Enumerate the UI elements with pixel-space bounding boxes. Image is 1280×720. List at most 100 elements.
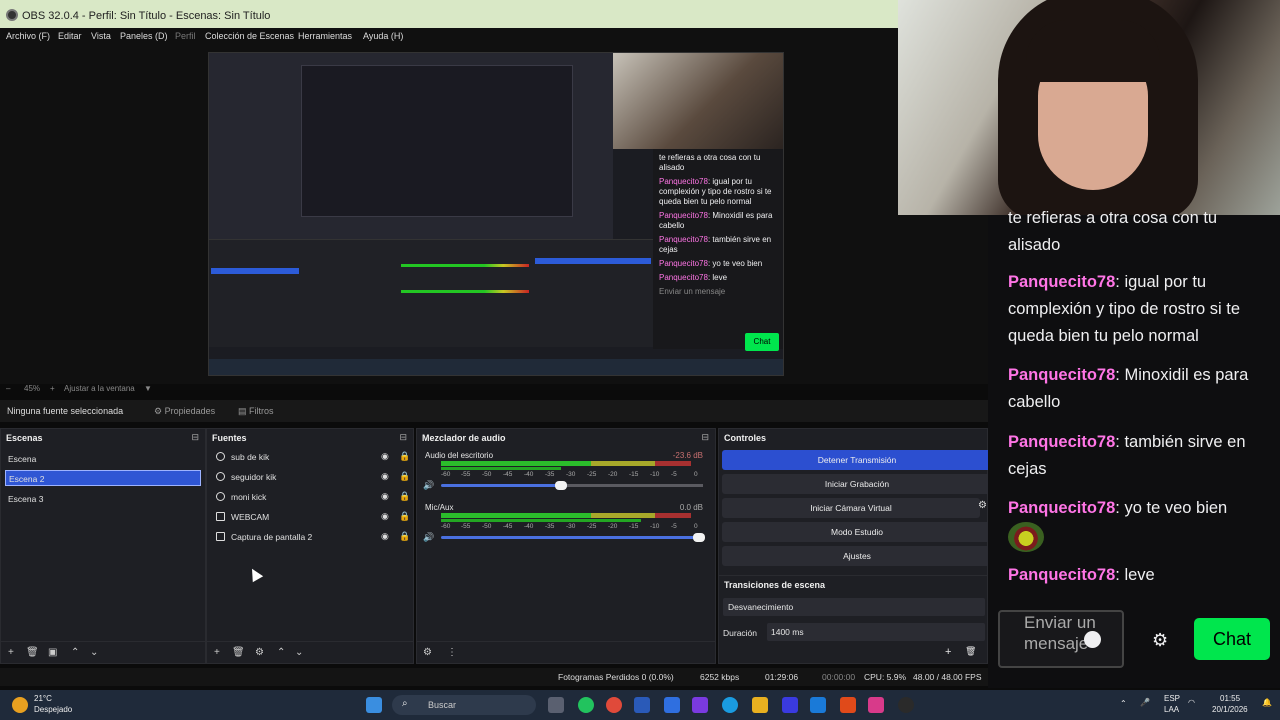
obs-taskbar-icon[interactable] <box>898 697 914 713</box>
lock-icon[interactable]: 🔒 <box>399 451 410 462</box>
settings-button[interactable]: Ajustes <box>722 546 992 566</box>
menu-help[interactable]: Ayuda (H) <box>363 31 403 41</box>
menu-view[interactable]: Vista <box>91 31 111 41</box>
menu-file[interactable]: Archivo (F) <box>6 31 50 41</box>
tray-chevron-icon[interactable]: ⌃ <box>1120 699 1127 708</box>
scene-item[interactable]: Escena 3 <box>5 491 201 507</box>
volume-slider[interactable] <box>441 533 705 542</box>
transition-type-select[interactable]: Desvanecimiento <box>723 598 985 616</box>
start-recording-button[interactable]: Iniciar Grabación <box>722 474 992 494</box>
task-view-icon[interactable] <box>548 697 564 713</box>
remove-source-icon[interactable]: 🗑 <box>232 647 245 658</box>
source-item[interactable]: seguidor kik ◉ 🔒 <box>211 469 410 485</box>
chat-message: Panquecito78: yo te veo bien <box>1008 495 1270 552</box>
eye-icon[interactable]: ◉ <box>381 471 389 482</box>
add-scene-icon[interactable]: + <box>8 647 14 658</box>
lang[interactable]: ESP <box>1164 694 1180 703</box>
wifi-icon[interactable]: ◠ <box>1188 698 1195 707</box>
move-down-icon[interactable]: ⌄ <box>90 647 98 658</box>
brave-icon[interactable] <box>840 697 856 713</box>
chat-input[interactable]: Enviar un mensaje <box>998 610 1124 668</box>
scene-item[interactable]: Escena <box>5 451 201 467</box>
program-preview[interactable]: te refieras a otra cosa con tu alisado P… <box>208 52 784 376</box>
emoji-icon[interactable] <box>1084 631 1101 648</box>
source-settings-icon[interactable]: ⚙ <box>255 647 264 658</box>
studio-mode-button[interactable]: Modo Estudio <box>722 522 992 542</box>
zoom-fit-label[interactable]: Ajustar a la ventana <box>64 384 135 393</box>
filter-scene-icon[interactable]: ▣ <box>48 647 57 658</box>
lock-icon[interactable]: 🔒 <box>399 491 410 502</box>
sources-dock: Fuentes ⊟ sub de kik ◉ 🔒 seguidor kik ◉ 🔒 m… <box>206 428 414 664</box>
source-item[interactable]: WEBCAM ◉ 🔒 <box>211 509 410 525</box>
nested-chat: te refieras a otra cosa con tu alisado P… <box>653 149 783 349</box>
start-virtual-camera-button[interactable]: Iniciar Cámara Virtual <box>722 498 980 518</box>
move-down-icon[interactable]: ⌄ <box>295 647 303 658</box>
taskbar-search[interactable]: Buscar <box>392 695 536 715</box>
app-icon[interactable] <box>692 697 708 713</box>
lock-icon[interactable]: 🔒 <box>399 531 410 542</box>
start-icon[interactable] <box>366 697 382 713</box>
menu-scene-collection[interactable]: Colección de Escenas <box>205 31 294 41</box>
source-item[interactable]: moni kick ◉ 🔒 <box>211 489 410 505</box>
clock-time[interactable]: 01:55 <box>1220 694 1240 703</box>
globe-icon <box>216 492 225 501</box>
source-item[interactable]: sub de kik ◉ 🔒 <box>211 449 410 465</box>
eye-icon[interactable]: ◉ <box>381 491 389 502</box>
duration-input[interactable]: 1400 ms <box>767 623 985 641</box>
edge-icon[interactable] <box>722 697 738 713</box>
dock-menu-icon[interactable]: ⊟ <box>399 432 407 443</box>
app-icon[interactable] <box>664 697 680 713</box>
notification-icon[interactable]: 🔔 <box>1262 698 1272 707</box>
remove-scene-icon[interactable]: 🗑 <box>26 647 39 658</box>
zoom-minus-icon[interactable]: – <box>6 384 10 393</box>
word-icon[interactable] <box>634 697 650 713</box>
eye-icon[interactable]: ◉ <box>381 511 389 522</box>
menu-docks[interactable]: Paneles (D) <box>120 31 168 41</box>
webcam-overlay <box>898 0 1280 215</box>
volume-knob[interactable] <box>555 481 567 490</box>
stop-stream-button[interactable]: Detener Transmisión <box>722 450 992 470</box>
chat-send-button[interactable]: Chat <box>1194 618 1270 660</box>
source-item[interactable]: Captura de pantalla 2 ◉ 🔒 <box>211 529 410 545</box>
eye-icon[interactable]: ◉ <box>381 451 389 462</box>
scene-item-selected[interactable]: Escena 2 <box>5 470 201 486</box>
whatsapp-icon[interactable] <box>578 697 594 713</box>
dock-menu-icon[interactable]: ⊟ <box>701 432 709 443</box>
menu-edit[interactable]: Editar <box>58 31 82 41</box>
filters-button[interactable]: ▤ Filtros <box>234 403 278 419</box>
lock-icon[interactable]: 🔒 <box>399 471 410 482</box>
speaker-icon[interactable]: 🔊 <box>423 480 434 491</box>
clock-date[interactable]: 20/1/2026 <box>1212 705 1248 714</box>
volume-knob[interactable] <box>693 533 705 542</box>
mixer-settings-icon[interactable]: ⚙ <box>423 647 432 658</box>
lock-icon[interactable]: 🔒 <box>399 511 410 522</box>
properties-button[interactable]: ⚙ Propiedades <box>150 403 219 419</box>
mixer-menu-icon[interactable]: ⋮ <box>447 647 457 658</box>
meter-ticks: -60 -55 -50 -45 -40 -35 -30 -25 -20 -15 -10 -5 0 <box>441 471 698 478</box>
zoom-dropdown-icon[interactable]: ▼ <box>144 384 152 393</box>
stream-time: 01:29:06 <box>765 672 799 682</box>
zoom-row: – 45% + Ajustar a la ventana ▼ <box>0 383 988 395</box>
chat-settings-icon[interactable]: ⚙ <box>1152 630 1168 651</box>
layout[interactable]: LAA <box>1164 705 1179 714</box>
dock-menu-icon[interactable]: ⊟ <box>191 432 199 443</box>
menu-tools[interactable]: Herramientas <box>298 31 352 41</box>
remove-transition-icon[interactable]: 🗑 <box>965 646 976 657</box>
move-up-icon[interactable]: ⌃ <box>277 647 285 658</box>
add-source-icon[interactable]: + <box>214 647 220 658</box>
chrome-icon[interactable] <box>606 697 622 713</box>
emote-icon <box>1008 522 1044 552</box>
app-icon[interactable] <box>810 697 826 713</box>
eye-icon[interactable]: ◉ <box>381 531 389 542</box>
speaker-icon[interactable]: 🔊 <box>423 532 434 543</box>
instagram-icon[interactable] <box>868 697 884 713</box>
zoom-plus-icon[interactable]: + <box>50 384 55 393</box>
add-transition-icon[interactable]: + <box>945 646 951 658</box>
virtual-camera-settings-icon[interactable]: ⚙ <box>978 500 987 511</box>
volume-slider[interactable] <box>441 481 703 490</box>
explorer-icon[interactable] <box>752 697 768 713</box>
weather-temp: 21°C <box>34 694 52 703</box>
weather-icon[interactable] <box>12 697 28 713</box>
move-up-icon[interactable]: ⌃ <box>71 647 79 658</box>
app-icon[interactable] <box>782 697 798 713</box>
